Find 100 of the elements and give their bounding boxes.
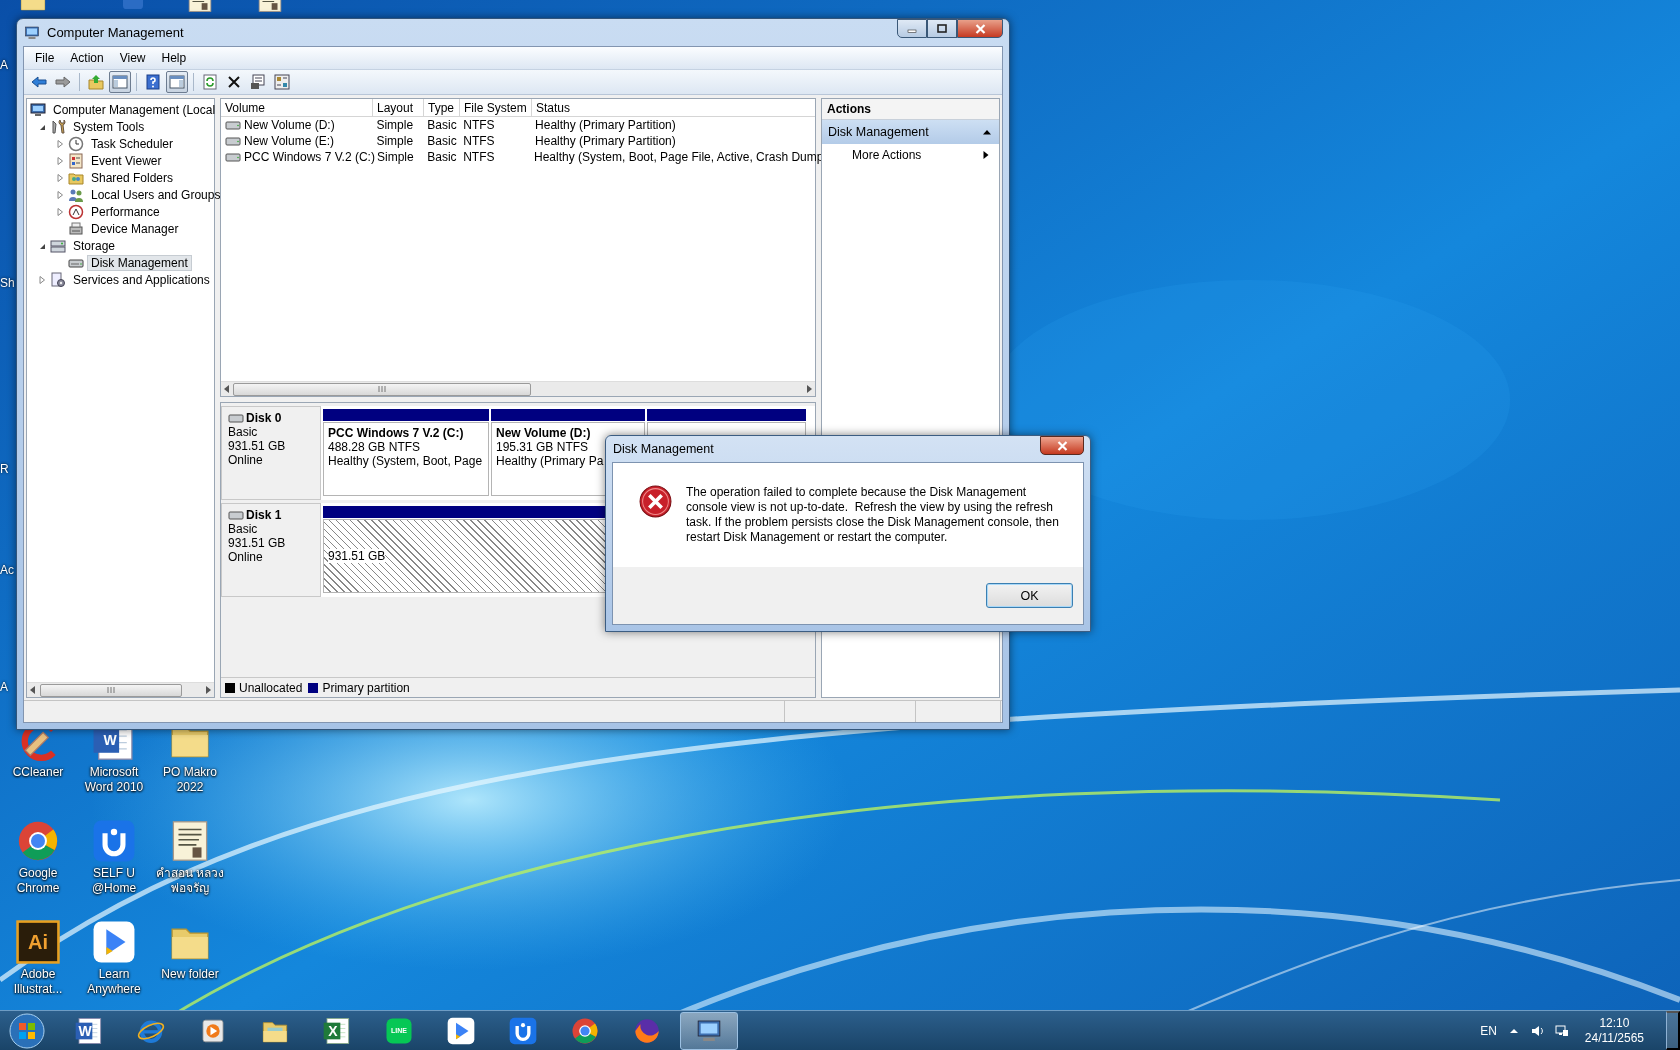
scrollbar-thumb[interactable]	[233, 382, 531, 396]
disk-name: Disk 1	[246, 508, 282, 522]
partition-status: Healthy (System, Boot, Page	[328, 454, 483, 468]
menu-item[interactable]: View	[112, 49, 153, 67]
tree-item[interactable]: Storage	[69, 237, 120, 254]
disk-name: Disk 0	[246, 411, 282, 425]
tree-item[interactable]: Task Scheduler	[87, 135, 178, 152]
forward-arrow-icon	[55, 74, 71, 90]
close-icon	[974, 23, 986, 34]
device-icon	[68, 220, 84, 237]
table-cell: New Volume (E:)	[244, 134, 335, 148]
icon-label[interactable]: Adobe Illustrat...	[2, 967, 74, 997]
table-cell: New Volume (D:)	[244, 118, 335, 132]
column-header[interactable]: Type	[424, 99, 460, 116]
maximize-icon	[937, 24, 947, 33]
tree-item[interactable]: Disk Management	[87, 254, 192, 271]
pane-title: Actions	[822, 99, 999, 120]
taskbar-button[interactable]: W	[60, 1011, 118, 1050]
scrollbar[interactable]	[221, 381, 815, 396]
start-orb-icon	[8, 1011, 46, 1050]
table-cell: Basic	[427, 134, 457, 148]
taskbar-button[interactable]: X	[308, 1011, 366, 1050]
maximize-button[interactable]	[927, 19, 957, 38]
tree-item[interactable]: Event Viewer	[87, 152, 166, 169]
illustrator-logo-icon: Ai	[15, 919, 61, 965]
help-icon	[145, 74, 161, 90]
clock-date[interactable]: 24/11/2565	[1584, 1030, 1644, 1046]
column-header[interactable]: File System	[460, 99, 532, 116]
menu-item[interactable]: Help	[154, 49, 194, 67]
drive-icon	[225, 119, 241, 131]
icon-label[interactable]: Learn Anywhere	[78, 967, 150, 997]
language-indicator[interactable]: EN	[1480, 1023, 1497, 1038]
icon-label[interactable]: CCleaner	[2, 765, 74, 780]
tree-item[interactable]: Services and Applications	[69, 271, 214, 288]
tree-item[interactable]: Computer Management (Local	[49, 101, 220, 118]
legend-label: Primary partition	[322, 680, 410, 695]
speaker-icon[interactable]	[1530, 1023, 1545, 1038]
disk-status: Online	[228, 453, 264, 467]
caret-icon[interactable]	[982, 151, 990, 159]
tree-item[interactable]: Local Users and Groups	[87, 186, 225, 203]
scrollbar-thumb[interactable]	[40, 683, 182, 697]
disk-size: 931.51 GB	[228, 439, 287, 453]
icon-label[interactable]: PO Makro 2022	[154, 765, 226, 795]
collapsed-arrow-icon[interactable]	[55, 206, 65, 217]
column-header[interactable]: Layout	[373, 99, 424, 116]
drive-icon	[225, 151, 241, 163]
tree-item[interactable]: System Tools	[69, 118, 149, 135]
collapsed-arrow-icon[interactable]	[55, 138, 65, 149]
icon-label[interactable]: Google Chrome	[2, 866, 74, 896]
partition-status: Healthy (Primary Pa	[496, 454, 604, 468]
scrollbar[interactable]	[27, 682, 214, 697]
collapsed-arrow-icon[interactable]	[55, 155, 65, 166]
collapsed-arrow-icon[interactable]	[37, 274, 47, 285]
clock-icon	[68, 135, 84, 152]
menu-item[interactable]: Action	[63, 49, 111, 67]
table-cell: NTFS	[463, 118, 495, 132]
gauge-icon	[68, 203, 84, 220]
tree-item[interactable]: Performance	[87, 203, 164, 220]
collapsed-arrow-icon[interactable]	[55, 172, 65, 183]
icon-label[interactable]: SELF U @Home	[78, 866, 150, 896]
show-desktop-button[interactable]	[1666, 1011, 1680, 1050]
services-icon	[50, 271, 66, 288]
scroll-arrow-icon[interactable]	[806, 385, 813, 393]
table-cell: Healthy (Primary Partition)	[535, 134, 676, 148]
partition-size: 931.51 GB	[328, 549, 386, 563]
menu-item[interactable]: File	[28, 49, 62, 67]
clock-time[interactable]: 12:10	[1599, 1015, 1630, 1031]
tree-item[interactable]: Shared Folders	[87, 169, 178, 186]
event-log-icon	[68, 152, 84, 169]
icon-label[interactable]: Microsoft Word 2010	[78, 765, 150, 795]
close-button[interactable]	[957, 19, 1003, 38]
tree-item[interactable]: Device Manager	[87, 220, 183, 237]
disk-type: Basic	[228, 522, 259, 536]
action-item[interactable]: More Actions	[852, 148, 922, 162]
network-icon[interactable]	[1554, 1023, 1569, 1038]
settings-button[interactable]	[271, 71, 293, 93]
collapsed-arrow-icon[interactable]	[55, 189, 65, 200]
table-cell: Simple	[376, 118, 414, 132]
computer-icon	[30, 101, 46, 118]
pane-icon	[169, 74, 185, 90]
play-icon	[446, 1015, 476, 1046]
column-header[interactable]: Volume	[221, 99, 373, 116]
scroll-arrow-icon[interactable]	[223, 385, 230, 393]
ok-button[interactable]: OK	[986, 583, 1073, 608]
column-header[interactable]: Status	[532, 99, 815, 116]
show-actions-button[interactable]	[166, 71, 188, 93]
drive-icon	[228, 509, 244, 521]
delete-icon	[226, 74, 242, 90]
close-button[interactable]	[1040, 436, 1084, 455]
minimize-button[interactable]	[897, 19, 927, 38]
show-tree-button[interactable]	[109, 71, 131, 93]
drive-icon	[225, 135, 241, 147]
partition[interactable]: PCC Windows 7 V.2 (C:) 488.28 GB NTFS Healthy (System, Boot, Page	[323, 422, 489, 496]
icon-label[interactable]: New folder	[154, 967, 226, 982]
taskbar-button[interactable]	[680, 1011, 738, 1050]
scroll-arrow-icon[interactable]	[205, 686, 212, 694]
disk-status: Online	[228, 550, 264, 564]
scroll-arrow-icon[interactable]	[29, 686, 36, 694]
caret-icon[interactable]	[983, 128, 991, 136]
drive-icon	[228, 412, 244, 424]
